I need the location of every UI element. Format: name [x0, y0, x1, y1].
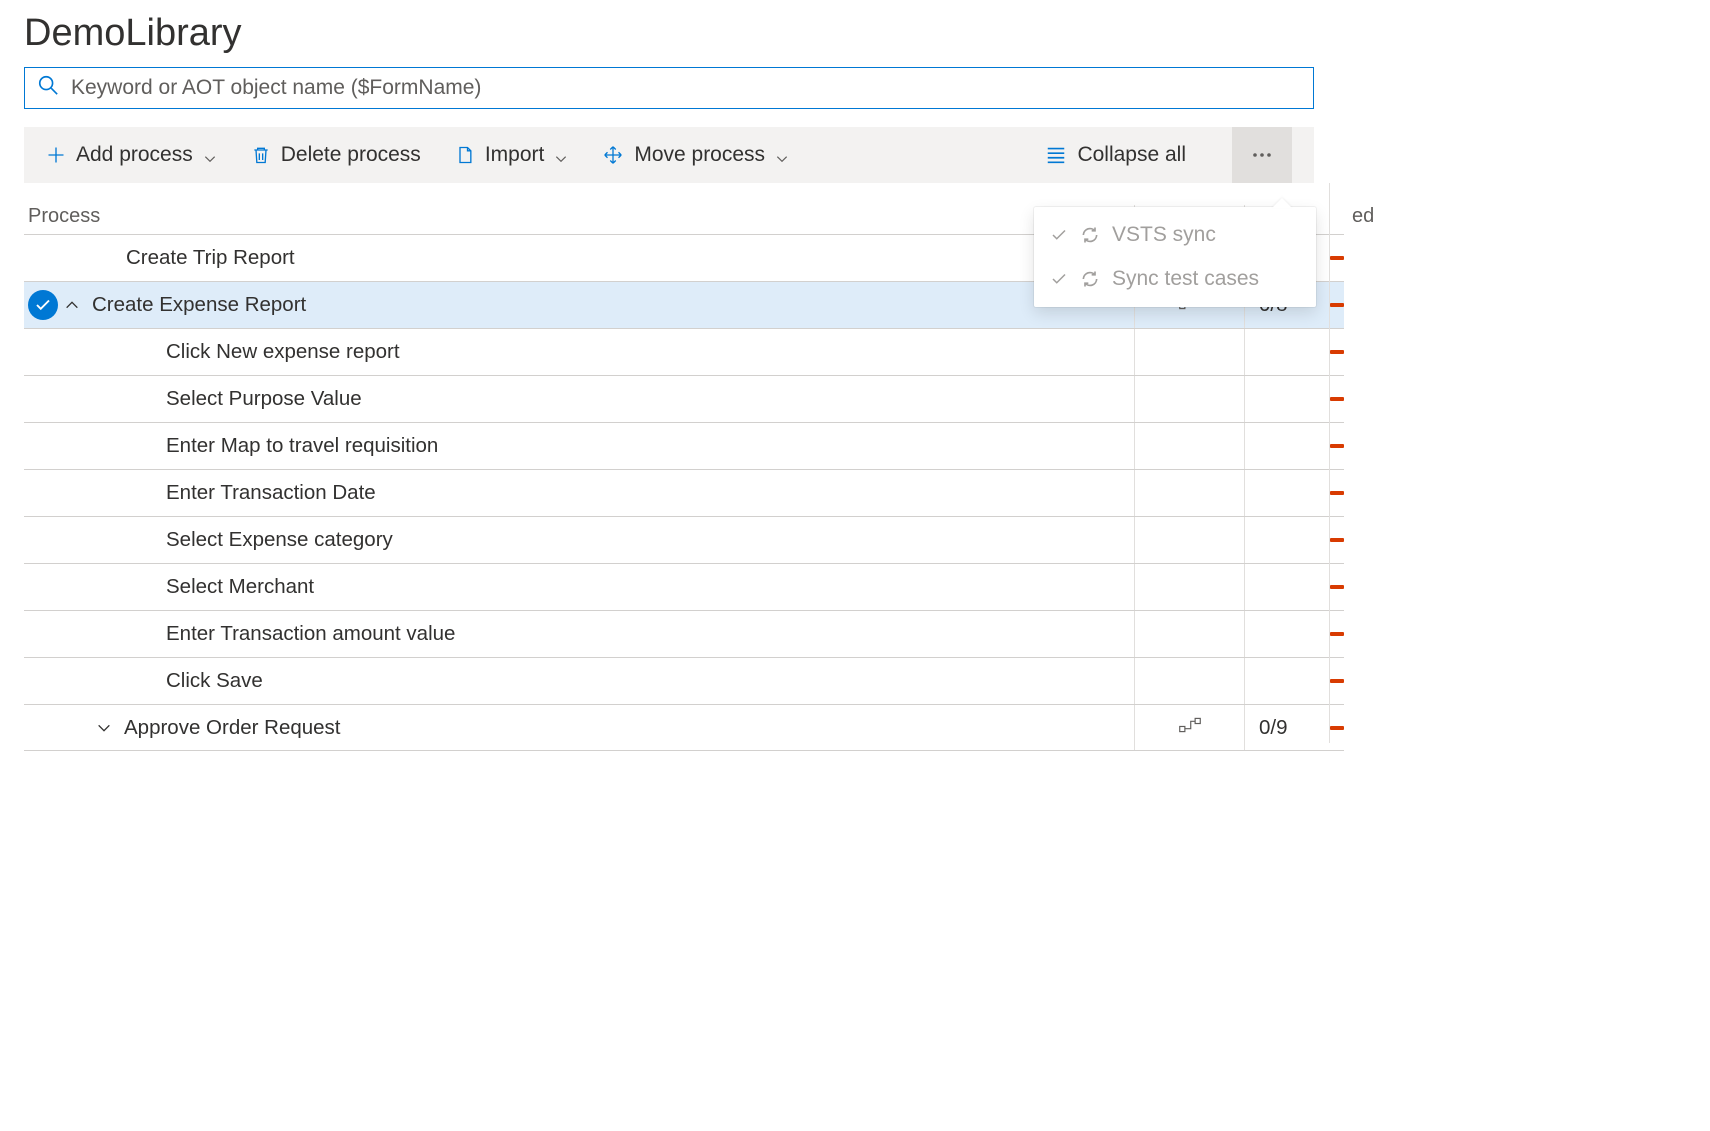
table-row[interactable]: Enter Map to travel requisition — [24, 422, 1344, 469]
table-row[interactable]: Approve Order Request 0/9 — [24, 704, 1344, 751]
search-field[interactable] — [24, 67, 1314, 109]
delete-process-button[interactable]: Delete process — [251, 143, 421, 167]
table-row[interactable]: Select Purpose Value — [24, 375, 1344, 422]
vsts-sync-label: VSTS sync — [1112, 223, 1216, 247]
table-row[interactable]: Enter Transaction amount value — [24, 610, 1344, 657]
process-label: Create Expense Report — [92, 293, 306, 317]
import-button[interactable]: Import — [455, 143, 569, 167]
toolbar: Add process Delete process Import — [24, 127, 1314, 183]
chevron-down-icon — [203, 148, 217, 162]
sync-test-cases-item[interactable]: Sync test cases — [1034, 257, 1316, 301]
process-label: Select Expense category — [166, 528, 393, 552]
trash-icon — [251, 144, 271, 166]
flow-icon[interactable] — [1179, 716, 1201, 740]
plus-icon — [46, 145, 66, 165]
right-pane: ed — [1329, 183, 1389, 743]
search-input[interactable] — [69, 75, 1301, 101]
process-label: Click New expense report — [166, 340, 400, 364]
vsts-sync-item[interactable]: VSTS sync — [1034, 213, 1316, 257]
process-label: Enter Transaction Date — [166, 481, 376, 505]
table-row[interactable]: Select Expense category — [24, 516, 1344, 563]
move-process-label: Move process — [634, 143, 765, 167]
chevron-down-icon — [775, 148, 789, 162]
import-label: Import — [485, 143, 545, 167]
process-label: Select Merchant — [166, 575, 314, 599]
col2-partial-label: ed — [1352, 205, 1374, 228]
col-process-header[interactable]: Process — [26, 205, 1134, 228]
move-process-button[interactable]: Move process — [602, 143, 789, 167]
process-label: Create Trip Report — [126, 246, 295, 270]
more-dropdown: VSTS sync Sync test cases — [1034, 207, 1316, 307]
add-process-label: Add process — [76, 143, 193, 167]
delete-process-label: Delete process — [281, 143, 421, 167]
collapse-all-label: Collapse all — [1077, 143, 1186, 167]
process-label: Approve Order Request — [124, 716, 341, 740]
chevron-down-icon — [554, 148, 568, 162]
sync-test-cases-label: Sync test cases — [1112, 267, 1259, 291]
selected-check-icon — [28, 290, 58, 320]
table-row[interactable]: Enter Transaction Date — [24, 469, 1344, 516]
move-icon — [602, 144, 624, 166]
count-label: 0/9 — [1259, 716, 1288, 740]
add-process-button[interactable]: Add process — [46, 143, 217, 167]
more-button[interactable] — [1232, 127, 1292, 183]
table-row[interactable]: Click New expense report — [24, 328, 1344, 375]
search-icon — [37, 74, 59, 102]
process-label: Click Save — [166, 669, 263, 693]
table-row[interactable]: Select Merchant — [24, 563, 1344, 610]
collapse-all-button[interactable]: Collapse all — [1045, 143, 1186, 167]
process-label: Enter Map to travel requisition — [166, 434, 438, 458]
import-icon — [455, 144, 475, 166]
page-title: DemoLibrary — [24, 12, 1320, 55]
list-icon — [1045, 144, 1067, 166]
expander-icon[interactable] — [64, 297, 84, 313]
process-label: Select Purpose Value — [166, 387, 362, 411]
expander-icon[interactable] — [96, 720, 116, 736]
table-row[interactable]: Click Save — [24, 657, 1344, 704]
process-label: Enter Transaction amount value — [166, 622, 455, 646]
